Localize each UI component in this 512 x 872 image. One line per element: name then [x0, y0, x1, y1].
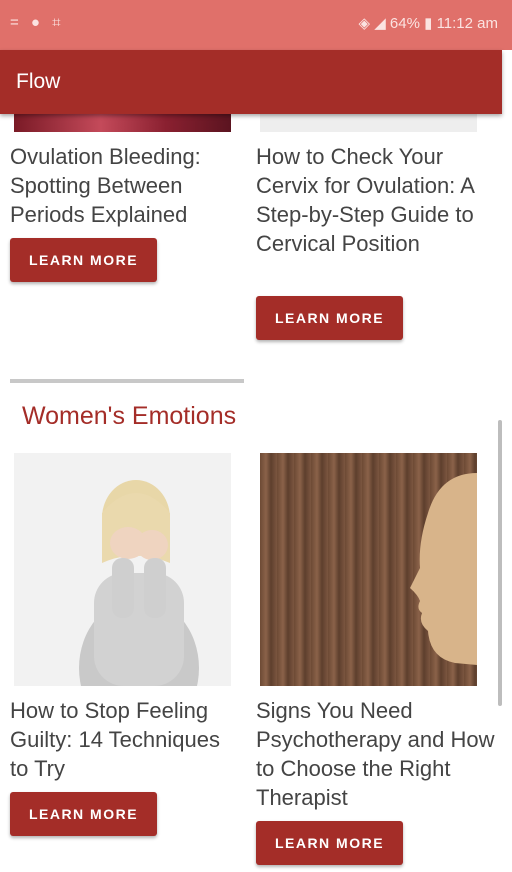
learn-more-button[interactable]: LEARN MORE [10, 238, 157, 282]
app-title: Flow [16, 70, 61, 93]
learn-more-button[interactable]: LEARN MORE [256, 296, 403, 340]
article-title[interactable]: Ovulation Bleeding: Spotting Between Per… [10, 142, 238, 229]
section-divider [10, 379, 244, 383]
app-bar: Flow [0, 50, 502, 114]
woman-covering-face-icon [79, 480, 199, 686]
status-left-icons: = ● ⌗ [10, 14, 65, 31]
battery-icon: ▮ [424, 15, 433, 32]
section-title: Women's Emotions [22, 402, 237, 430]
article-title[interactable]: How to Check Your Cervix for Ovulation: … [256, 142, 496, 258]
scrollbar[interactable] [498, 420, 502, 706]
head-profile-icon [410, 473, 477, 665]
wifi-icon: ◈ [358, 15, 371, 32]
battery-percent: 64% [389, 15, 420, 32]
status-right: ◈ ◢ 64% ▮ 11:12 am [358, 14, 498, 32]
learn-more-button[interactable]: LEARN MORE [256, 821, 403, 865]
clock: 11:12 am [436, 15, 498, 32]
status-bar: = ● ⌗ ◈ ◢ 64% ▮ 11:12 am [0, 0, 512, 50]
learn-more-button[interactable]: LEARN MORE [10, 792, 157, 836]
wood-profile-image[interactable] [260, 453, 477, 686]
article-title[interactable]: Signs You Need Psychotherapy and How to … [256, 696, 496, 812]
article-title[interactable]: How to Stop Feeling Guilty: 14 Technique… [10, 696, 238, 783]
guilt-woman-image[interactable] [14, 453, 231, 686]
signal-icon: ◢ [374, 15, 386, 32]
